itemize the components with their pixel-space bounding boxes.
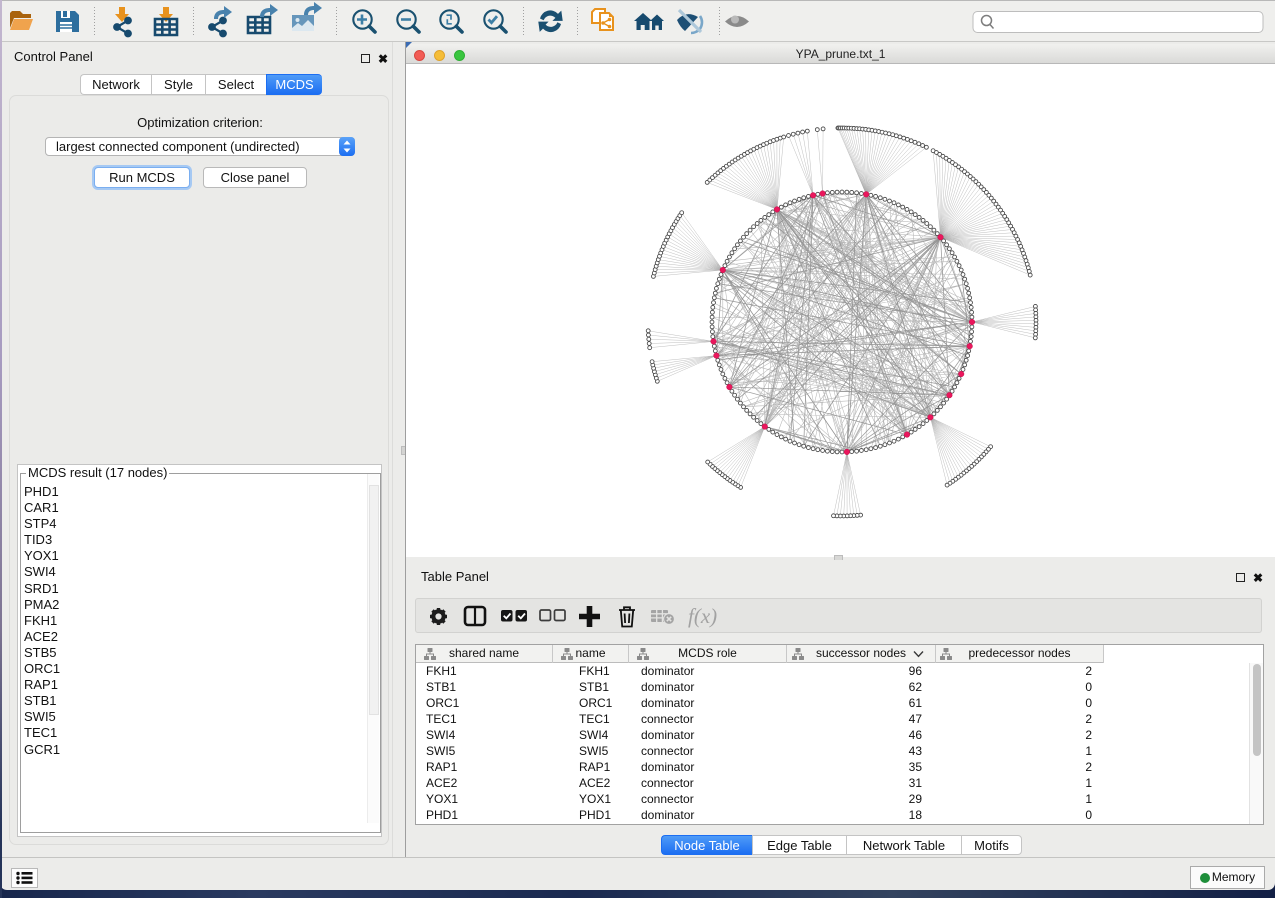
svg-text:f(x): f(x) — [688, 604, 717, 628]
